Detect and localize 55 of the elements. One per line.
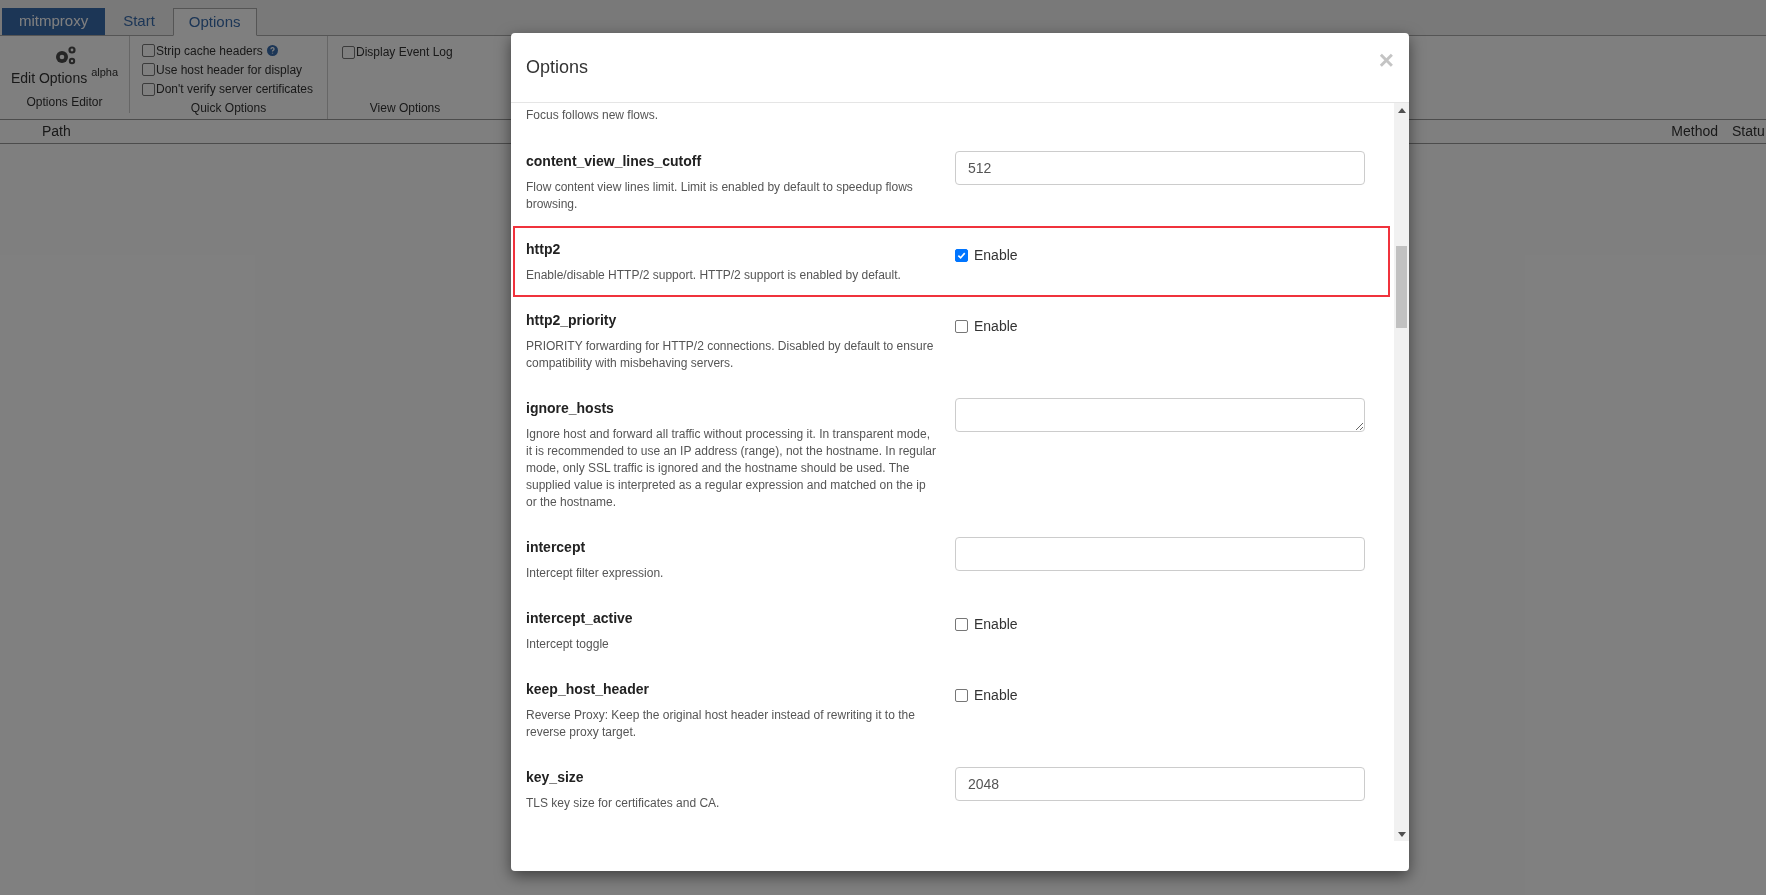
option-description: Flow content view lines limit. Limit is enabled by default to speedup flows browsing. [526, 179, 914, 213]
scroll-down-icon[interactable] [1397, 832, 1406, 837]
option-description: PRIORITY forwarding for HTTP/2 connections. Disabled by default to ensure compatibility with misbehaving servers. [526, 338, 935, 372]
tab[interactable]: Start [105, 8, 173, 35]
text-field[interactable]: 512 [955, 151, 1365, 185]
tab[interactable]: Options [172, 8, 257, 36]
option-name: keep_host_header [526, 680, 650, 699]
text-area[interactable] [955, 398, 1365, 432]
checkbox[interactable] [955, 248, 968, 262]
column-header[interactable]: Path [42, 121, 71, 142]
option-description: Reverse Proxy: Keep the original host header instead of rewriting it to the reverse proxy target. [526, 707, 916, 741]
edit-options-label[interactable]: Edit Options [10, 68, 88, 89]
group-label: Options Editor [26, 94, 103, 111]
checkbox-label[interactable]: Enable [974, 315, 1018, 337]
option-name: intercept_active [526, 609, 634, 628]
option-description: Focus follows new flows. [526, 107, 660, 124]
option-name: ignore_hosts [526, 399, 615, 418]
text-field[interactable] [955, 537, 1365, 571]
alpha-label: alpha [91, 65, 119, 80]
option-label[interactable]: Don't verify server certificates [156, 80, 313, 99]
text-field[interactable]: 2048 [955, 767, 1365, 801]
check-icon [957, 250, 966, 260]
option-description: Intercept toggle [526, 636, 610, 653]
scrollbar-thumb[interactable] [1396, 246, 1407, 328]
brand-label[interactable]: mitmproxy [2, 8, 106, 35]
dialog-title: Options [526, 56, 589, 79]
option-description: Intercept filter expression. [526, 565, 665, 582]
option-description: Enable/disable HTTP/2 support. HTTP/2 support is enabled by default. [526, 267, 902, 284]
group-label: Quick Options [190, 100, 268, 117]
option-name: intercept [526, 538, 587, 557]
option-label[interactable]: Strip cache headers [156, 41, 263, 60]
column-header[interactable]: Statu [1732, 121, 1766, 142]
option-description: TLS key size for certificates and CA. [526, 795, 721, 812]
scrollbar[interactable] [1394, 103, 1409, 841]
group-label: View Options [369, 100, 441, 117]
option-label[interactable]: Display Event Log [356, 43, 453, 61]
checkbox-label[interactable]: Enable [974, 613, 1018, 635]
checkbox[interactable] [342, 45, 355, 59]
option-description: Ignore host and forward all traffic without processing it. In transparent mode, it is recommended to use an IP address (range), not the hostname. In regular mode, only SSL traffic is ignored and the hostname should be used. The supplied value is interpreted as a regular expression and matched on the ip or the hostname. [526, 426, 937, 511]
checkbox-label[interactable]: Enable [974, 244, 1018, 266]
option-name: http2 [526, 240, 562, 259]
option-name: content_view_lines_cutoff [526, 152, 703, 171]
scroll-up-icon[interactable] [1397, 108, 1406, 113]
option-label[interactable]: Use host header for display [156, 61, 303, 79]
checkbox-label[interactable]: Enable [974, 684, 1018, 706]
checkbox[interactable] [142, 44, 155, 58]
checkbox[interactable] [142, 82, 155, 96]
checkbox[interactable] [955, 319, 968, 333]
option-name: http2_priority [526, 311, 618, 330]
checkbox[interactable] [955, 617, 968, 631]
option-name: key_size [526, 768, 585, 787]
help-icon[interactable] [266, 45, 278, 57]
checkbox[interactable] [142, 63, 155, 77]
checkbox[interactable] [955, 688, 968, 702]
column-header[interactable]: Method [1671, 121, 1718, 142]
